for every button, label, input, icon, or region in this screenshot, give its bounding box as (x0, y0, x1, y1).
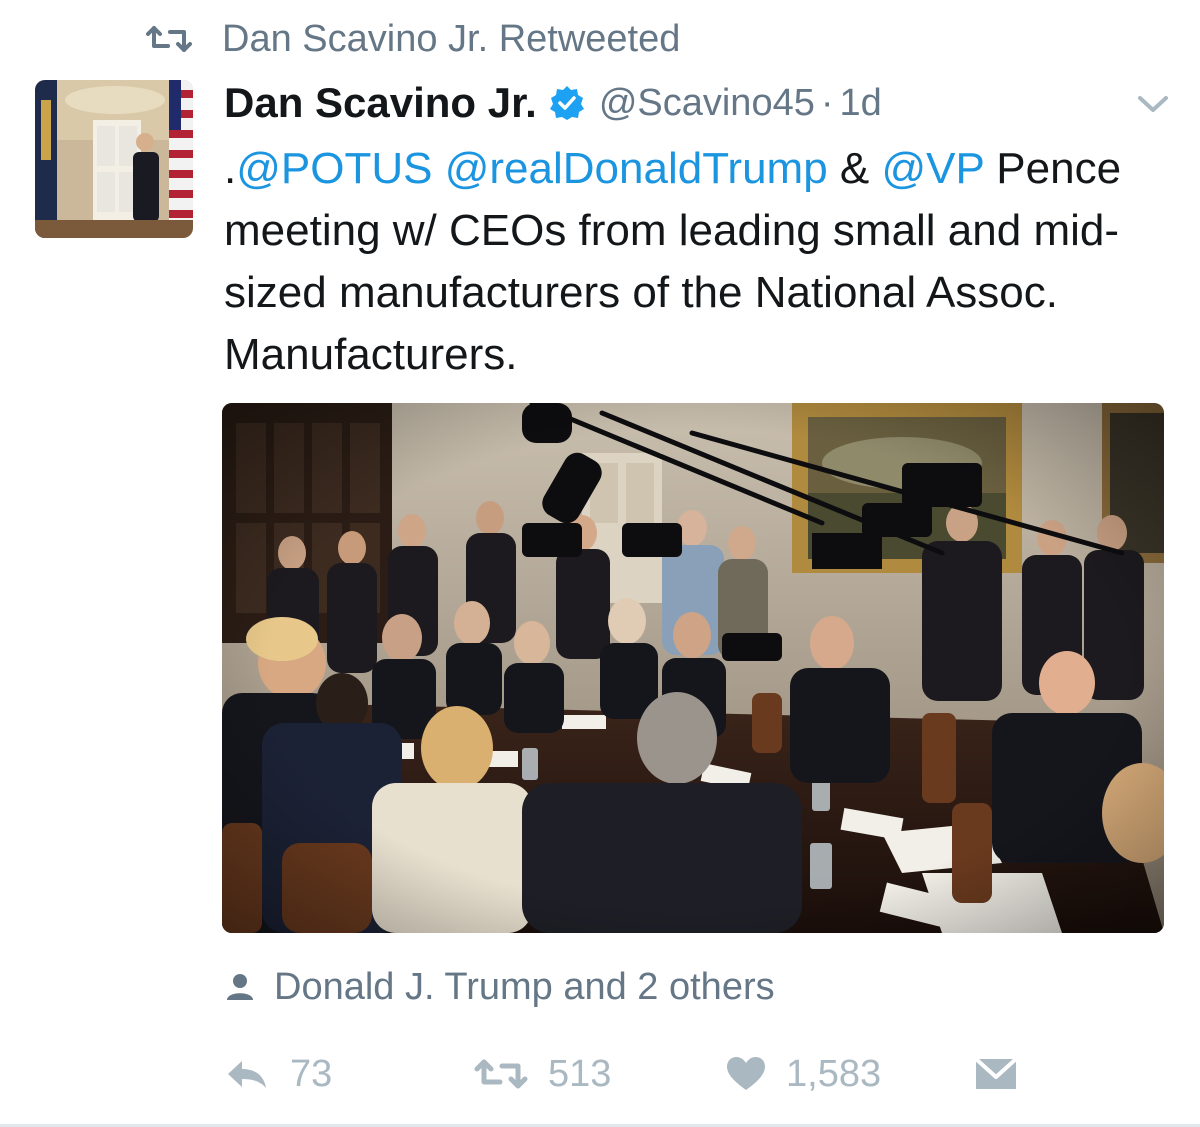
like-button[interactable]: 1,583 (726, 1048, 881, 1100)
retweet-count: 513 (548, 1052, 612, 1095)
reply-button[interactable]: 73 (224, 1048, 332, 1100)
separator: · (820, 81, 834, 124)
mention-link-realdonaldtrump[interactable]: @realDonaldTrump (445, 144, 828, 193)
retweet-header[interactable]: Dan Scavino Jr. Retweeted (146, 14, 680, 64)
chevron-down-icon[interactable] (1136, 92, 1170, 116)
timestamp[interactable]: 1d (840, 82, 882, 125)
tweet-text-part (432, 144, 444, 193)
retweet-button[interactable]: 513 (474, 1048, 611, 1100)
reply-icon (228, 1061, 266, 1088)
person-icon (227, 974, 253, 1000)
tagged-people[interactable]: Donald J. Trump and 2 others (224, 962, 775, 1012)
like-count: 1,583 (786, 1052, 882, 1095)
direct-message-icon (974, 1057, 1018, 1089)
heart-icon (727, 1057, 765, 1090)
tweet-text-part: . (224, 144, 237, 193)
reply-count: 73 (290, 1052, 333, 1095)
mention-link-vp[interactable]: @VP (881, 144, 984, 193)
tweet-actions: 73 513 1,583 (224, 1048, 1024, 1100)
avatar[interactable] (35, 80, 193, 238)
tagged-people-text: Donald J. Trump and 2 others (274, 965, 775, 1008)
display-name[interactable]: Dan Scavino Jr. (224, 79, 537, 127)
direct-message-button[interactable] (974, 1048, 1018, 1100)
tweet-text-part: & (827, 144, 882, 193)
retweet-header-text: Dan Scavino Jr. Retweeted (222, 17, 681, 60)
verified-badge-icon (549, 86, 584, 120)
tweet-photo[interactable] (222, 403, 1164, 933)
retweet-icon (146, 26, 192, 52)
user-handle[interactable]: @Scavino45 (599, 82, 815, 125)
tweet-header: Dan Scavino Jr. @Scavino45 · 1d (224, 76, 882, 130)
retweet-icon (474, 1059, 528, 1089)
mention-link-potus[interactable]: @POTUS (236, 144, 432, 193)
tweet-text: .@POTUS @realDonaldTrump & @VP Pence mee… (224, 138, 1184, 386)
